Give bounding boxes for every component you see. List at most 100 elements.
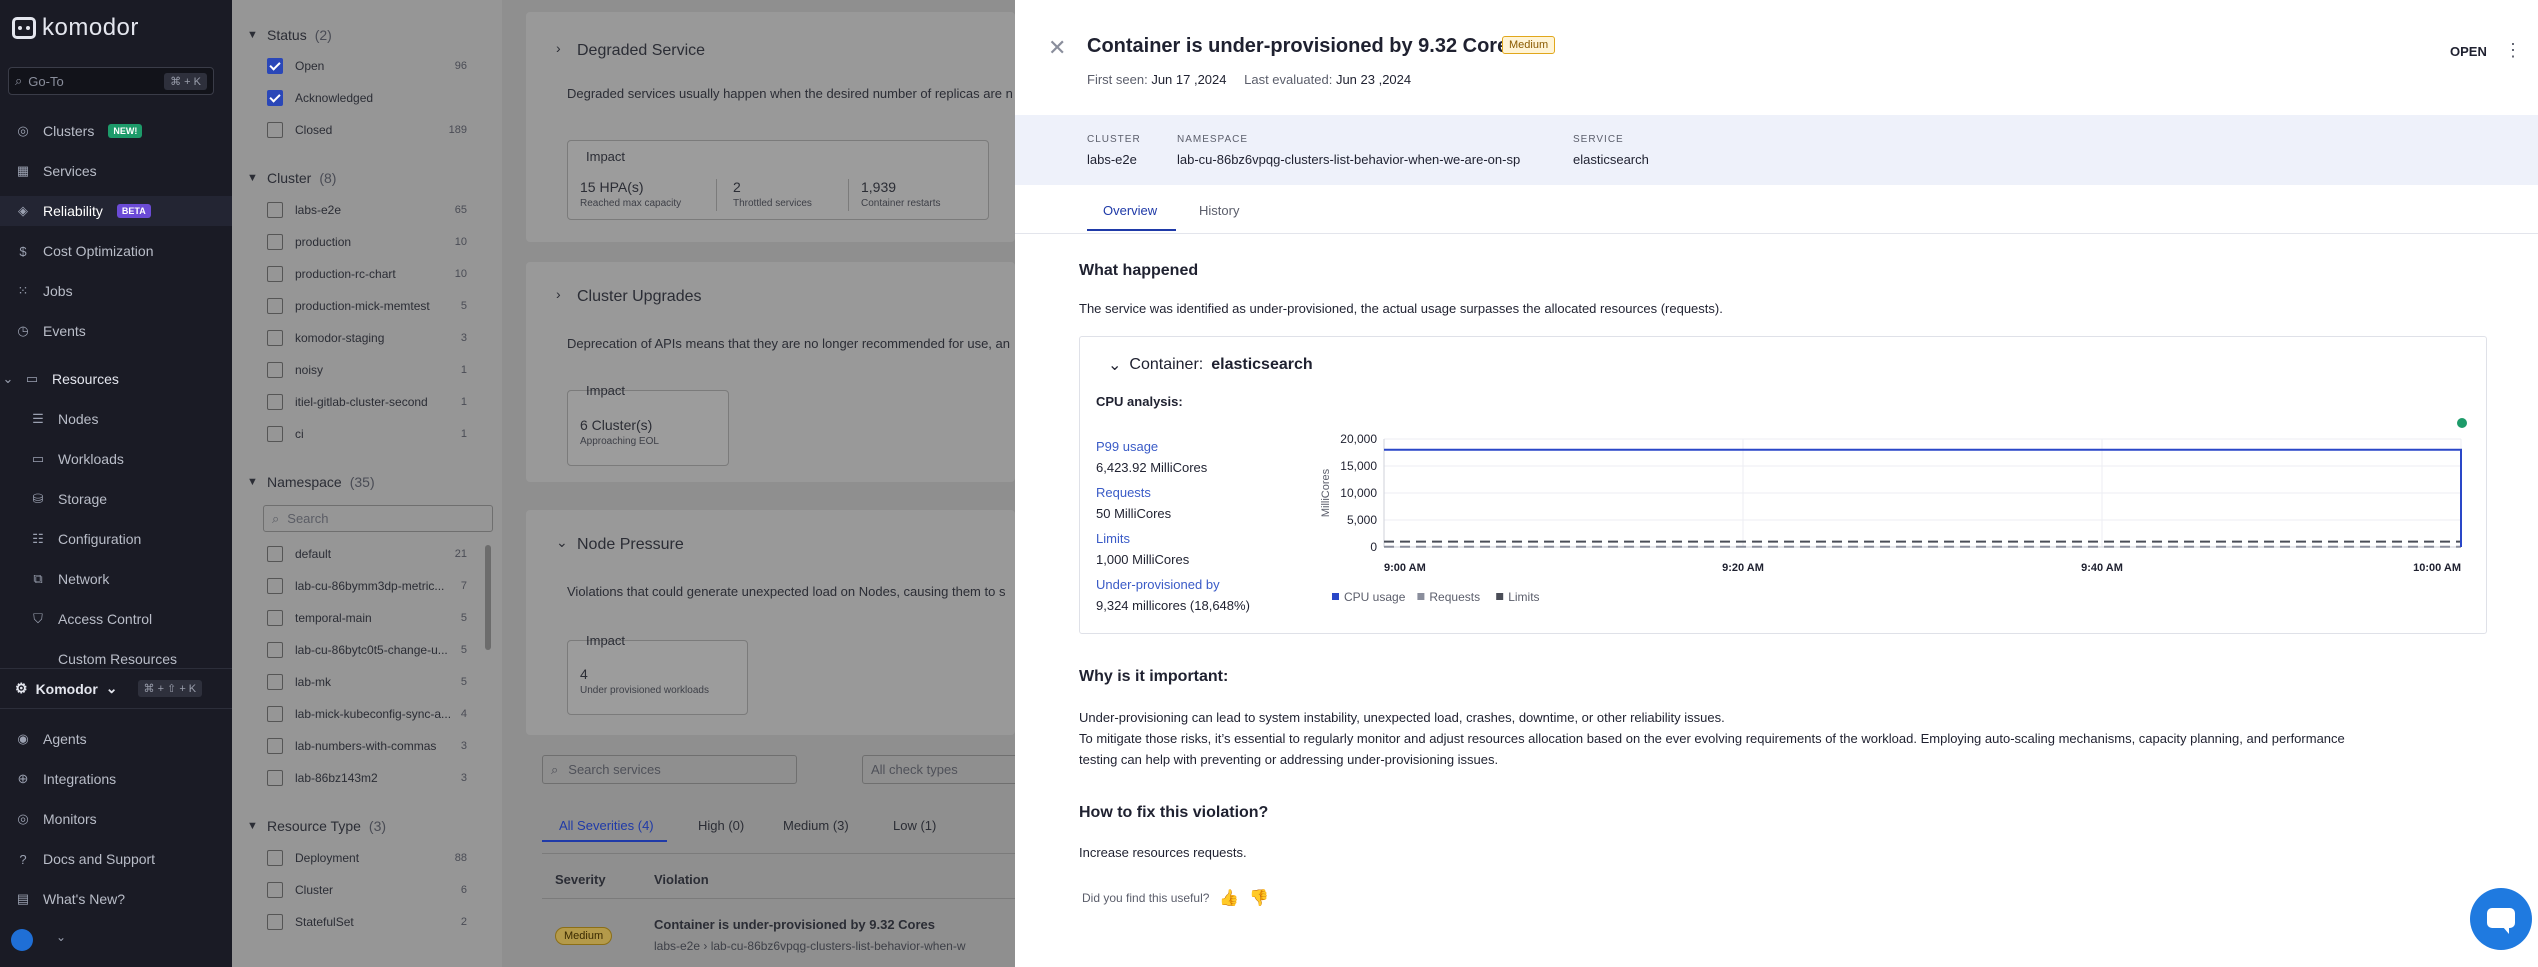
goto-search[interactable]: ⌕ Go-To ⌘ + K xyxy=(8,67,214,95)
nav-events[interactable]: ◷ Events xyxy=(0,316,232,346)
checkbox[interactable] xyxy=(267,90,283,106)
filter-option[interactable]: lab-cu-86bymm3dp-metric... 7 xyxy=(267,578,467,594)
nav-reliability[interactable]: ◈ Reliability BETA xyxy=(0,196,232,226)
filter-option[interactable]: lab-cu-86bytc0t5-change-u... 5 xyxy=(267,642,467,658)
service-search-input[interactable]: ⌕ Search services xyxy=(542,755,797,784)
nav-configuration[interactable]: ☷ Configuration xyxy=(0,524,232,554)
checkbox[interactable] xyxy=(267,610,283,626)
filter-option[interactable]: default 21 xyxy=(267,546,467,562)
filter-option[interactable]: Closed 189 xyxy=(267,122,467,138)
tab-all-severities[interactable]: All Severities (4) xyxy=(559,818,654,833)
tab-high[interactable]: High (0) xyxy=(698,818,744,833)
filter-option[interactable]: lab-numbers-with-commas 3 xyxy=(267,738,467,754)
nav-nodes[interactable]: ☰ Nodes xyxy=(0,404,232,434)
checkbox[interactable] xyxy=(267,770,283,786)
namespace-search-input[interactable]: ⌕ Search xyxy=(263,505,493,532)
nav-resources[interactable]: ⌄ ▭ Resources xyxy=(0,364,232,394)
nav-workloads[interactable]: ▭ Workloads xyxy=(0,444,232,474)
nav-cost-optimization[interactable]: $ Cost Optimization xyxy=(0,236,232,266)
violation-title[interactable]: Container is under-provisioned by 9.32 C… xyxy=(654,917,935,932)
komodor-logo[interactable]: komodor xyxy=(12,14,139,42)
nav-access-control[interactable]: ⛉ Access Control xyxy=(0,604,232,634)
checkbox[interactable] xyxy=(267,850,283,866)
filter-resource-type-header[interactable]: ▼ Resource Type (3) xyxy=(247,818,386,834)
tab-low[interactable]: Low (1) xyxy=(893,818,936,833)
filter-option-count: 5 xyxy=(460,644,467,656)
checkbox[interactable] xyxy=(267,202,283,218)
checkbox[interactable] xyxy=(267,642,283,658)
checkbox[interactable] xyxy=(267,546,283,562)
tab-medium[interactable]: Medium (3) xyxy=(783,818,849,833)
checkbox[interactable] xyxy=(267,362,283,378)
filter-option[interactable]: temporal-main 5 xyxy=(267,610,467,626)
nav-agents[interactable]: ◉ Agents xyxy=(0,724,232,754)
check-type-select[interactable]: All check types xyxy=(862,755,1022,784)
filter-option[interactable]: lab-mk 5 xyxy=(267,674,467,690)
avatar[interactable] xyxy=(11,929,33,951)
chevron-down-icon[interactable]: ⌄ xyxy=(556,534,568,551)
checkbox[interactable] xyxy=(267,122,283,138)
checkbox[interactable] xyxy=(267,738,283,754)
chevron-right-icon[interactable]: › xyxy=(556,40,561,56)
service-value[interactable]: elasticsearch xyxy=(1573,152,1649,167)
nav-whats-new[interactable]: ▤ What's New? xyxy=(0,884,232,914)
filter-option[interactable]: Open 96 xyxy=(267,58,467,74)
filter-option[interactable]: Acknowledged xyxy=(267,90,467,106)
checkbox[interactable] xyxy=(267,914,283,930)
filter-option-count: 3 xyxy=(460,772,467,784)
category-card-cluster-upgrades[interactable]: › Cluster Upgrades Deprecation of APIs m… xyxy=(526,262,1015,482)
close-icon[interactable]: ✕ xyxy=(1048,37,1066,59)
checkbox[interactable] xyxy=(267,330,283,346)
nav-clusters[interactable]: ◎ Clusters NEW! xyxy=(0,116,232,146)
checkbox[interactable] xyxy=(267,298,283,314)
nav-storage[interactable]: ⛁ Storage xyxy=(0,484,232,514)
filter-option[interactable]: Cluster 6 xyxy=(267,882,467,898)
filter-option[interactable]: StatefulSet 2 xyxy=(267,914,467,930)
filter-option[interactable]: itiel-gitlab-cluster-second 1 xyxy=(267,394,467,410)
nav-network[interactable]: ⧉ Network xyxy=(0,564,232,594)
chevron-right-icon[interactable]: › xyxy=(556,286,561,302)
filter-option[interactable]: Deployment 88 xyxy=(267,850,467,866)
checkbox[interactable] xyxy=(267,706,283,722)
filter-option[interactable]: labs-e2e 65 xyxy=(267,202,467,218)
nav-services[interactable]: ▦ Services xyxy=(0,156,232,186)
category-card-degraded-service[interactable]: › Degraded Service Degraded services usu… xyxy=(526,12,1015,242)
nav-docs-support[interactable]: ? Docs and Support xyxy=(0,844,232,874)
thumbs-down-icon[interactable]: 👎 xyxy=(1249,888,1269,908)
thumbs-up-icon[interactable]: 👍 xyxy=(1219,888,1239,908)
checkbox[interactable] xyxy=(267,882,283,898)
filter-option[interactable]: production-rc-chart 10 xyxy=(267,266,467,282)
checkbox[interactable] xyxy=(267,58,283,74)
nav-label: Access Control xyxy=(58,611,153,627)
nav-jobs[interactable]: ⁙ Jobs xyxy=(0,276,232,306)
filter-option[interactable]: komodor-staging 3 xyxy=(267,330,467,346)
nav-monitors[interactable]: ◎ Monitors xyxy=(0,804,232,834)
status-dropdown[interactable]: OPEN xyxy=(2450,44,2487,59)
tab-overview[interactable]: Overview xyxy=(1103,203,1157,218)
filter-namespace-header[interactable]: ▼ Namespace (35) xyxy=(247,474,375,490)
workspace-switcher[interactable]: ⚙ Komodor ⌄ ⌘ + ⇧ + K xyxy=(15,680,203,697)
filter-option[interactable]: production-mick-memtest 5 xyxy=(267,298,467,314)
checkbox[interactable] xyxy=(267,578,283,594)
nav-custom-resources[interactable]: Custom Resources xyxy=(0,644,232,674)
more-options-icon[interactable]: ⋮ xyxy=(2504,40,2522,61)
checkbox[interactable] xyxy=(267,394,283,410)
filter-option[interactable]: noisy 1 xyxy=(267,362,467,378)
filter-option[interactable]: production 10 xyxy=(267,234,467,250)
namespace-scrollbar[interactable] xyxy=(485,545,491,650)
checkbox[interactable] xyxy=(267,426,283,442)
filter-option[interactable]: lab-mick-kubeconfig-sync-a... 4 xyxy=(267,706,467,722)
filter-cluster-header[interactable]: ▼ Cluster (8) xyxy=(247,170,336,186)
filter-option-label: Deployment xyxy=(295,851,360,865)
checkbox[interactable] xyxy=(267,234,283,250)
filter-option[interactable]: ci 1 xyxy=(267,426,467,442)
chat-support-button[interactable] xyxy=(2470,888,2532,950)
tab-history[interactable]: History xyxy=(1199,203,1239,218)
chevron-down-icon[interactable]: ⌄ xyxy=(56,930,66,944)
filter-option[interactable]: lab-86bz143m2 3 xyxy=(267,770,467,786)
checkbox[interactable] xyxy=(267,674,283,690)
checkbox[interactable] xyxy=(267,266,283,282)
nav-integrations[interactable]: ⊕ Integrations xyxy=(0,764,232,794)
filter-status-header[interactable]: ▼ Status (2) xyxy=(247,27,332,43)
category-card-node-pressure[interactable]: ⌄ Node Pressure Violations that could ge… xyxy=(526,510,1015,735)
